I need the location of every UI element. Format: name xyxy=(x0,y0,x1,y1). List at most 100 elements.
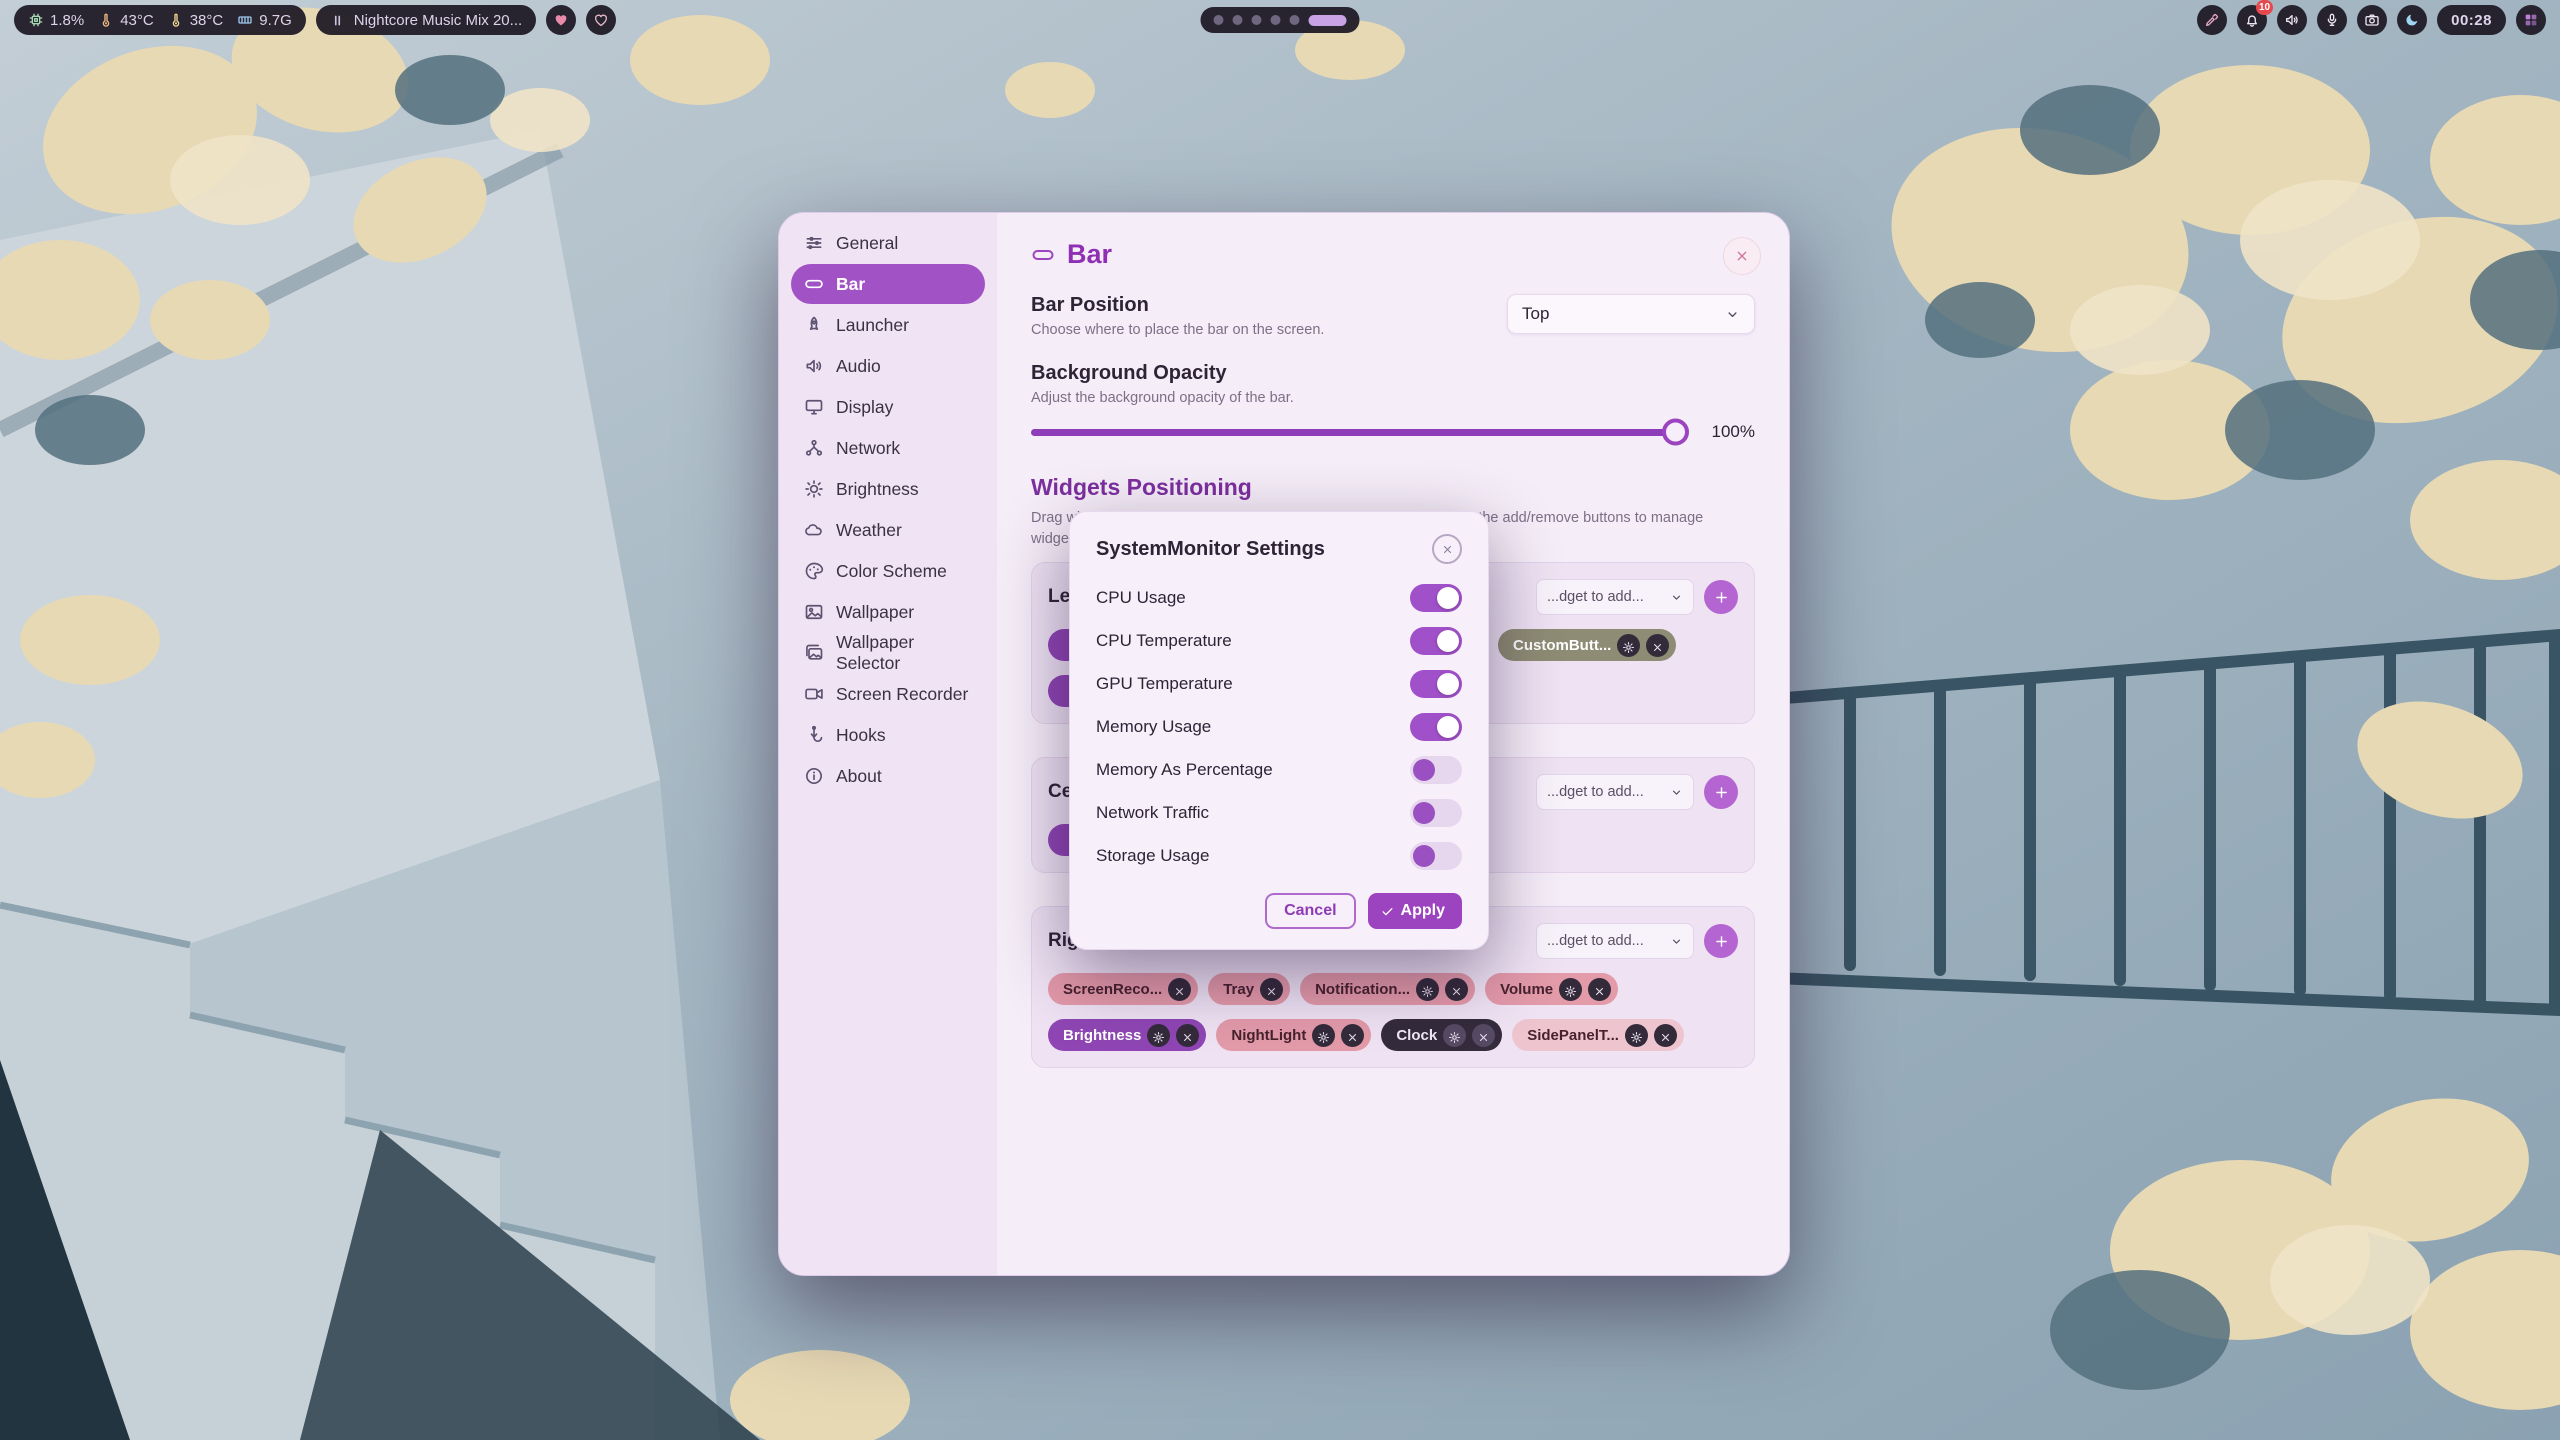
chip-settings-button[interactable] xyxy=(1147,1024,1170,1047)
sidebar-item-label: Brightness xyxy=(836,479,919,500)
workspace-dot-3[interactable] xyxy=(1252,15,1262,25)
sidebar-item-wallpaper-selector[interactable]: Wallpaper Selector xyxy=(791,633,985,673)
add-widget-select[interactable]: ...dget to add... xyxy=(1536,774,1694,810)
cpu-usage-toggle[interactable] xyxy=(1410,584,1462,612)
widget-chip-sidepanelt[interactable]: SidePanelT... xyxy=(1512,1019,1684,1051)
network-icon xyxy=(804,438,824,458)
toggle-label: CPU Temperature xyxy=(1096,631,1232,651)
workspace-active[interactable] xyxy=(1309,15,1347,26)
chip-remove-button[interactable] xyxy=(1588,978,1611,1001)
opacity-slider-knob[interactable] xyxy=(1662,419,1689,446)
color-picker-button[interactable] xyxy=(2197,5,2227,35)
media-like-button[interactable] xyxy=(546,5,576,35)
sidebar-item-display[interactable]: Display xyxy=(791,387,985,427)
add-widget-button[interactable] xyxy=(1704,580,1738,614)
network-traffic-toggle[interactable] xyxy=(1410,799,1462,827)
check-icon xyxy=(1380,904,1395,919)
sidebar-item-brightness[interactable]: Brightness xyxy=(791,469,985,509)
chip-remove-button[interactable] xyxy=(1176,1024,1199,1047)
workspace-indicator[interactable] xyxy=(1201,7,1360,33)
chip-settings-button[interactable] xyxy=(1625,1024,1648,1047)
notification-badge: 10 xyxy=(2256,0,2273,15)
widget-chip-screenreco[interactable]: ScreenReco... xyxy=(1048,973,1198,1005)
add-widget-placeholder: ...dget to add... xyxy=(1547,784,1644,800)
widget-chip-custombutt[interactable]: CustomButt... xyxy=(1498,629,1676,661)
chip-remove-button[interactable] xyxy=(1654,1024,1677,1047)
app-launcher-button[interactable] xyxy=(2516,5,2546,35)
microphone-button[interactable] xyxy=(2317,5,2347,35)
night-light-button[interactable] xyxy=(2397,5,2427,35)
widget-chip-nightlight[interactable]: NightLight xyxy=(1216,1019,1371,1051)
sidebar-item-color-scheme[interactable]: Color Scheme xyxy=(791,551,985,591)
workspace-dot-4[interactable] xyxy=(1271,15,1281,25)
clock-module[interactable]: 00:28 xyxy=(2437,5,2506,35)
chip-settings-button[interactable] xyxy=(1443,1024,1466,1047)
apply-label: Apply xyxy=(1401,902,1445,920)
sidebar-item-general[interactable]: General xyxy=(791,223,985,263)
workspace-dot-1[interactable] xyxy=(1214,15,1224,25)
chip-settings-button[interactable] xyxy=(1312,1024,1335,1047)
widget-chip-clock[interactable]: Clock xyxy=(1381,1019,1502,1051)
sidebar-item-audio[interactable]: Audio xyxy=(791,346,985,386)
add-widget-button[interactable] xyxy=(1704,924,1738,958)
sidebar-item-about[interactable]: About xyxy=(791,756,985,796)
gpu-temperature-toggle[interactable] xyxy=(1410,670,1462,698)
images-icon xyxy=(804,643,824,663)
stat-cpu: 1.8% xyxy=(28,12,84,29)
workspace-dot-5[interactable] xyxy=(1290,15,1300,25)
add-widget-button[interactable] xyxy=(1704,775,1738,809)
settings-sidebar: GeneralBarLauncherAudioDisplayNetwork Bri… xyxy=(779,213,997,1275)
sidebar-item-bar[interactable]: Bar xyxy=(791,264,985,304)
sidebar-item-network[interactable]: Network xyxy=(791,428,985,468)
chip-settings-button[interactable] xyxy=(1617,634,1640,657)
notifications-button[interactable]: 10 xyxy=(2237,5,2267,35)
stat-thermo: 43°C xyxy=(98,12,154,29)
media-favorite-button[interactable] xyxy=(586,5,616,35)
add-widget-select[interactable]: ...dget to add... xyxy=(1536,923,1694,959)
bar-position-select[interactable]: Top xyxy=(1507,294,1755,334)
storage-usage-toggle[interactable] xyxy=(1410,842,1462,870)
toggle-row-network-traffic: Network Traffic xyxy=(1096,791,1462,834)
workspace-dot-2[interactable] xyxy=(1233,15,1243,25)
sidebar-item-screen-recorder[interactable]: Screen Recorder xyxy=(791,674,985,714)
screenshot-button[interactable] xyxy=(2357,5,2387,35)
top-bar: 1.8%43°C38°C9.7G Nightcore Music Mix 20.… xyxy=(0,0,2560,40)
cpu-temperature-toggle[interactable] xyxy=(1410,627,1462,655)
chip-remove-button[interactable] xyxy=(1472,1024,1495,1047)
chip-remove-button[interactable] xyxy=(1168,978,1191,1001)
widget-chip-brightness[interactable]: Brightness xyxy=(1048,1019,1206,1051)
widget-chip-volume[interactable]: Volume xyxy=(1485,973,1618,1005)
toggle-label: Memory Usage xyxy=(1096,717,1211,737)
opacity-slider[interactable] xyxy=(1031,429,1687,436)
add-widget-select[interactable]: ...dget to add... xyxy=(1536,579,1694,615)
widget-chip-label: NightLight xyxy=(1231,1027,1306,1044)
chip-remove-button[interactable] xyxy=(1646,634,1669,657)
sidebar-item-launcher[interactable]: Launcher xyxy=(791,305,985,345)
sidebar-item-hooks[interactable]: Hooks xyxy=(791,715,985,755)
volume-button[interactable] xyxy=(2277,5,2307,35)
chip-remove-button[interactable] xyxy=(1445,978,1468,1001)
media-player-module[interactable]: Nightcore Music Mix 20... xyxy=(316,5,536,35)
chip-remove-button[interactable] xyxy=(1260,978,1283,1001)
sidebar-item-label: Hooks xyxy=(836,725,886,746)
widget-chip-label: ScreenReco... xyxy=(1063,981,1162,998)
sidebar-item-weather[interactable]: Weather xyxy=(791,510,985,550)
memory-usage-toggle[interactable] xyxy=(1410,713,1462,741)
memory-as-percentage-toggle[interactable] xyxy=(1410,756,1462,784)
cancel-button[interactable]: Cancel xyxy=(1265,893,1355,929)
window-close-button[interactable] xyxy=(1723,237,1761,275)
modal-close-button[interactable] xyxy=(1432,534,1462,564)
chip-settings-button[interactable] xyxy=(1416,978,1439,1001)
widget-chip-label: Volume xyxy=(1500,981,1553,998)
stat-value: 9.7G xyxy=(259,12,292,29)
widget-chip-notification[interactable]: Notification... xyxy=(1300,973,1475,1005)
sidebar-item-wallpaper[interactable]: Wallpaper xyxy=(791,592,985,632)
chip-remove-button[interactable] xyxy=(1341,1024,1364,1047)
background-opacity-label: Background Opacity xyxy=(1031,362,1755,385)
toggle-row-storage-usage: Storage Usage xyxy=(1096,834,1462,877)
apply-button[interactable]: Apply xyxy=(1368,893,1462,929)
chip-settings-button[interactable] xyxy=(1559,978,1582,1001)
bar-position-description: Choose where to place the bar on the scr… xyxy=(1031,322,1324,338)
sidebar-item-label: About xyxy=(836,766,882,787)
widget-chip-tray[interactable]: Tray xyxy=(1208,973,1290,1005)
